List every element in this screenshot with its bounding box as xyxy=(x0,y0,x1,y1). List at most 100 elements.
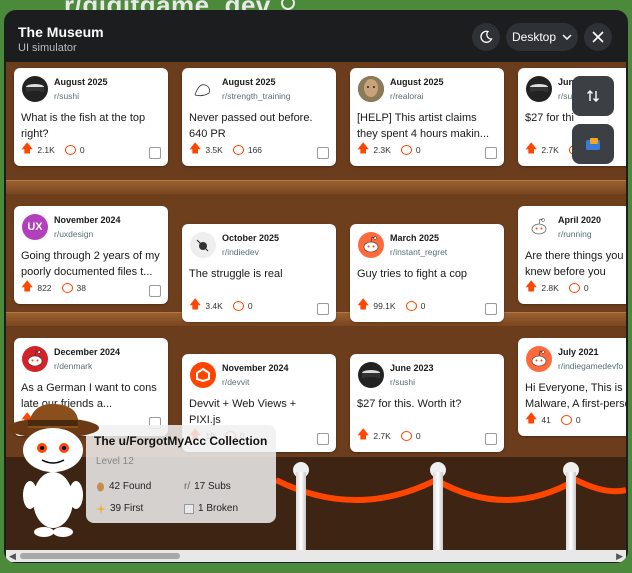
post-stats: 🡅 3.5K 166 xyxy=(189,139,262,160)
close-button[interactable] xyxy=(584,23,612,51)
post-card[interactable]: August 2025 r/strength_training Never pass… xyxy=(182,68,336,166)
subreddit-avatar xyxy=(190,232,216,258)
upvote-icon: 🡅 xyxy=(357,297,370,311)
post-subreddit: r/running xyxy=(558,229,592,239)
post-title: [HELP] This artist claims they spent 4 h… xyxy=(357,112,490,140)
dark-mode-button[interactable] xyxy=(472,23,500,51)
comment-icon xyxy=(568,282,580,293)
post-subreddit: r/strength_training xyxy=(222,91,291,101)
external-link-icon[interactable] xyxy=(485,147,497,159)
post-subreddit: r/devvit xyxy=(222,377,250,387)
shelf-plank xyxy=(6,180,626,194)
post-subreddit: r/realorai xyxy=(390,91,424,101)
post-card[interactable]: July 2021 r/indiegamedevfo Hi Everyone, Th… xyxy=(518,338,626,436)
comment-icon xyxy=(405,300,417,311)
post-date: November 2024 xyxy=(222,363,289,373)
subreddit-avatar xyxy=(358,362,384,388)
upvote-count: 41 xyxy=(541,414,551,425)
scroll-right-icon[interactable]: ▶ xyxy=(616,551,623,562)
subreddit-avatar xyxy=(22,76,48,102)
broken-stat: 1 Broken xyxy=(184,503,238,514)
post-card[interactable]: August 2025 r/realorai [HELP] This artist … xyxy=(350,68,504,166)
comment-icon xyxy=(400,144,412,155)
collection-title: The u/ForgotMyAcc Collection xyxy=(94,434,268,448)
comment-count: 0 xyxy=(247,300,253,311)
post-card[interactable]: October 2025 r/indiedev The struggle is re… xyxy=(182,224,336,322)
collection-level: Level 12 xyxy=(96,456,134,467)
upvote-icon: 🡅 xyxy=(525,141,538,155)
upvote-icon: 🡅 xyxy=(357,427,370,441)
post-card[interactable]: April 2020 r/running Are there things you … xyxy=(518,206,626,304)
post-title: Devvit + Web Views + PIXI.js xyxy=(189,398,297,426)
upvote-icon: 🡅 xyxy=(525,279,538,293)
post-stats: 🡅 822 38 xyxy=(21,277,86,298)
post-card[interactable]: UX November 2024 r/uxdesign Going through 2… xyxy=(14,206,168,304)
snoo-mascot xyxy=(7,403,99,537)
upvote-count: 2.8K xyxy=(541,282,559,293)
external-link-icon[interactable] xyxy=(485,303,497,315)
comment-count: 0 xyxy=(575,414,581,425)
upvote-icon: 🡅 xyxy=(21,279,34,293)
post-date: April 2020 xyxy=(558,215,602,225)
upvote-icon: 🡅 xyxy=(189,141,202,155)
found-stat: 42 Found xyxy=(96,481,151,492)
broken-frame-icon xyxy=(184,503,194,514)
comment-count: 0 xyxy=(420,300,426,311)
external-link-icon[interactable] xyxy=(317,433,329,445)
upvote-icon: 🡅 xyxy=(189,297,202,311)
rope-post xyxy=(433,472,443,550)
external-link-icon[interactable] xyxy=(317,303,329,315)
post-subreddit: r/instant_regret xyxy=(390,247,448,257)
post-subreddit: r/indiegamedevfo xyxy=(558,361,624,371)
comment-icon xyxy=(64,144,76,155)
upvote-icon: 🡅 xyxy=(357,141,370,155)
sort-arrows-icon xyxy=(587,90,599,102)
device-select[interactable]: Desktop xyxy=(506,23,578,51)
close-icon xyxy=(592,31,604,43)
post-card[interactable]: March 2025 r/instant_regret Guy tries to f… xyxy=(350,224,504,322)
subs-stat: r/ 17 Subs xyxy=(184,481,231,492)
collection-button[interactable] xyxy=(572,124,614,164)
post-date: August 2025 xyxy=(222,77,276,87)
post-title: What is the fish at the top right? xyxy=(21,112,146,140)
subreddit-avatar xyxy=(358,76,384,102)
upvote-count: 822 xyxy=(37,282,52,293)
subreddit-avatar xyxy=(526,214,552,240)
post-title: Hi Everyone, This is Malware, A first-pe… xyxy=(525,382,626,410)
external-link-icon[interactable] xyxy=(317,147,329,159)
post-card[interactable]: June 2023 r/sushi $27 for this. Worth it? 🡅… xyxy=(350,354,504,452)
modal-subtitle: UI simulator xyxy=(18,42,77,54)
rope-post xyxy=(296,472,306,550)
upvote-count: 3.5K xyxy=(205,144,223,155)
post-title: Are there things you you knew before you xyxy=(525,250,626,278)
post-subreddit: r/su xyxy=(558,91,573,101)
post-title: Guy tries to fight a cop xyxy=(357,268,468,280)
horizontal-scrollbar[interactable]: ◀ ▶ xyxy=(6,550,626,562)
post-subreddit: r/uxdesign xyxy=(54,229,94,239)
comment-count: 166 xyxy=(247,144,263,155)
device-label: Desktop xyxy=(511,30,557,44)
post-stats: 🡅 2.3K 0 xyxy=(357,139,421,160)
post-title: Going through 2 years of my poorly docum… xyxy=(21,250,160,278)
subreddit-avatar xyxy=(526,346,552,372)
upvote-icon: 🡅 xyxy=(525,411,538,425)
scroll-left-icon[interactable]: ◀ xyxy=(9,551,16,562)
subreddit-avatar xyxy=(190,362,216,388)
upvote-count: 2.3K xyxy=(373,144,391,155)
sort-button[interactable] xyxy=(572,76,614,116)
subreddit-avatar xyxy=(190,76,216,102)
moon-icon xyxy=(480,30,493,43)
subreddit-avatar xyxy=(22,346,48,372)
upvote-count: 3.4K xyxy=(205,300,223,311)
external-link-icon[interactable] xyxy=(149,147,161,159)
external-link-icon[interactable] xyxy=(485,433,497,445)
post-date: October 2025 xyxy=(222,233,280,243)
comment-count: 0 xyxy=(415,144,421,155)
upvote-count: 2.7K xyxy=(373,430,391,441)
post-card[interactable]: August 2025 r/sushi What is the fish at th… xyxy=(14,68,168,166)
modal-title: The Museum xyxy=(18,24,104,40)
collection-panel: The u/ForgotMyAcc Collection Level 12 42… xyxy=(86,425,276,523)
external-link-icon[interactable] xyxy=(149,285,161,297)
modal-header: The Museum UI simulator Desktop xyxy=(4,10,628,62)
scroll-thumb[interactable] xyxy=(20,553,180,559)
